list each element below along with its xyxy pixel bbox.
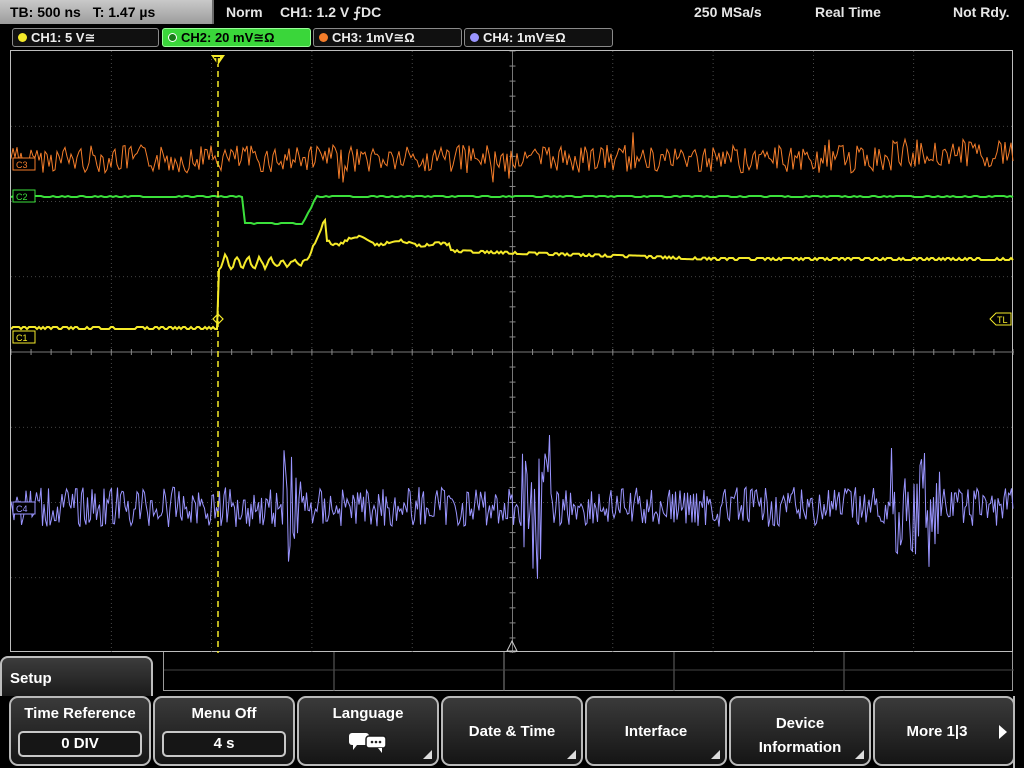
channel-tab-ch4[interactable]: CH4: 1mV≅Ω (464, 28, 613, 47)
interface-softkey[interactable]: Interface (585, 696, 727, 766)
channel-tab-ch3[interactable]: CH3: 1mV≅Ω (313, 28, 462, 47)
more-softkey[interactable]: More 1|3 (873, 696, 1015, 766)
language-softkey[interactable]: Language (297, 696, 439, 766)
next-page-arrow-icon (999, 725, 1007, 739)
more-label: More 1|3 (906, 723, 968, 740)
sample-rate: 250 MSa/s (694, 4, 762, 20)
ch1-level-marker[interactable]: C1 (12, 330, 36, 344)
ch3-color-dot (319, 33, 328, 42)
trigger-level-label: TL (997, 315, 1008, 325)
softkey-frame-edge (1013, 696, 1024, 768)
time-reference-label: Time Reference (24, 705, 136, 722)
time-reference-softkey[interactable]: Time Reference 0 DIV (9, 696, 151, 766)
ch4-color-dot (470, 33, 479, 42)
zoom-overview-strip (163, 652, 1014, 691)
ch3-level-marker[interactable]: C3 (12, 157, 36, 171)
ch2-level-marker[interactable]: C2 (12, 189, 36, 203)
trigger-marker[interactable]: T (211, 55, 225, 67)
trigger-state: Not Rdy. (953, 4, 1010, 20)
interface-label: Interface (624, 723, 688, 740)
menu-title-tab: Setup (0, 656, 153, 696)
trigger-marker-label: T (214, 56, 220, 67)
submenu-indicator-icon (855, 750, 864, 759)
waveform-canvas: T C3 C2 C1 C4 TL (11, 51, 1014, 653)
acquisition-mode: Real Time (815, 4, 881, 20)
ch4-label: CH4: 1mV≅Ω (483, 30, 566, 45)
menu-off-label: Menu Off (191, 705, 257, 722)
date-time-label: Date & Time (468, 723, 556, 740)
ch2-label: CH2: 20 mV≅Ω (181, 30, 275, 45)
zoom-overview-grid (164, 652, 1014, 691)
language-label: Language (332, 705, 404, 722)
ch2-color-dot (168, 33, 177, 42)
ch1-label: CH1: 5 V≅ (31, 30, 96, 45)
ch3-marker-label: C3 (16, 160, 28, 170)
grid-lines (11, 51, 1014, 653)
device-information-softkey[interactable]: Device Information (729, 696, 871, 766)
menu-off-softkey[interactable]: Menu Off 4 s (153, 696, 295, 766)
ch1-color-dot (18, 33, 27, 42)
ch2-marker-label: C2 (16, 192, 28, 202)
channel-tab-ch1[interactable]: CH1: 5 V≅ (12, 28, 159, 47)
trigger-level-marker[interactable]: TL (989, 312, 1012, 326)
device-information-label: Device Information (758, 715, 842, 756)
submenu-indicator-icon (711, 750, 720, 759)
menu-title: Setup (10, 670, 52, 687)
trigger-mode[interactable]: Norm (226, 0, 263, 24)
ch4-marker-label: C4 (16, 504, 28, 514)
menu-off-value: 4 s (162, 731, 286, 757)
submenu-indicator-icon (423, 750, 432, 759)
trigger-setting[interactable]: CH1: 1.2 V ⨍DC (280, 0, 381, 24)
ch4-level-marker[interactable]: C4 (12, 501, 36, 515)
timebase-box[interactable]: TB: 500 ns T: 1.47 µs (0, 0, 214, 24)
submenu-indicator-icon (567, 750, 576, 759)
date-time-softkey[interactable]: Date & Time (441, 696, 583, 766)
channel-bar: CH1: 5 V≅ CH2: 20 mV≅Ω CH3: 1mV≅Ω CH4: 1… (0, 26, 1024, 48)
speech-bubbles-icon (349, 733, 387, 753)
trigger-time-value: T: 1.47 µs (92, 4, 156, 20)
timebase-value: TB: 500 ns (10, 4, 81, 20)
channel-tab-ch2[interactable]: CH2: 20 mV≅Ω (162, 28, 311, 47)
ch3-label: CH3: 1mV≅Ω (332, 30, 415, 45)
time-reference-value: 0 DIV (18, 731, 142, 757)
ch1-marker-label: C1 (16, 333, 28, 343)
waveform-display[interactable]: T C3 C2 C1 C4 TL (10, 50, 1014, 653)
status-bar: TB: 500 ns T: 1.47 µs Norm CH1: 1.2 V ⨍D… (0, 0, 1024, 26)
